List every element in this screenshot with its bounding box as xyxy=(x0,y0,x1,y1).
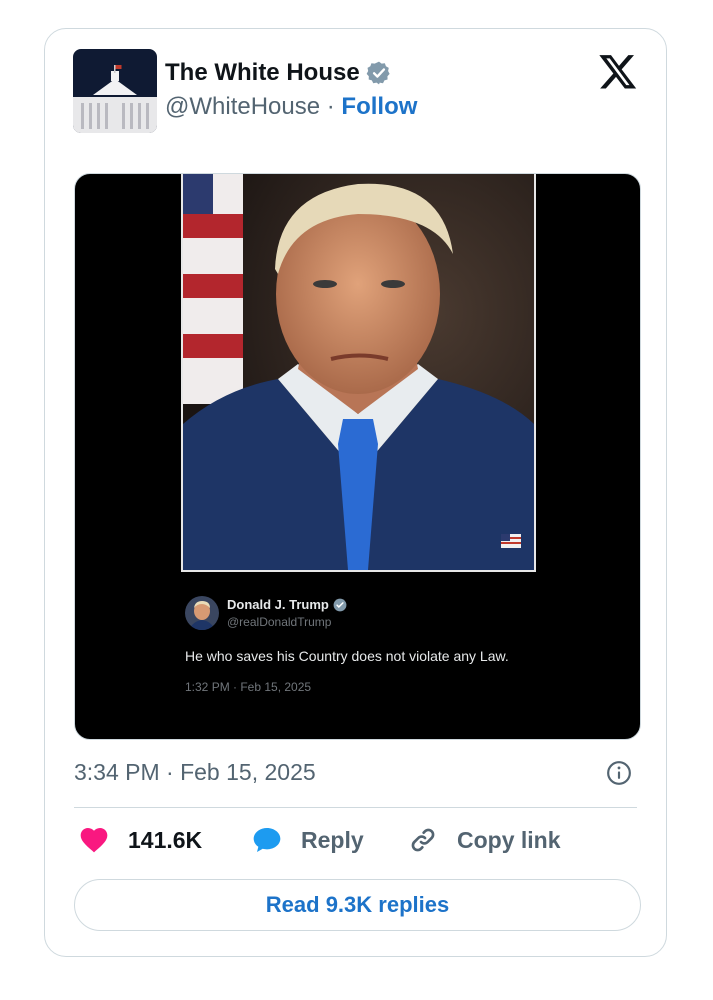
reply-button[interactable]: Reply xyxy=(251,824,364,856)
embedded-post-text: He who saves his Country does not violat… xyxy=(185,648,509,664)
tweet-media[interactable]: Donald J. Trump @realDonaldTrump He who … xyxy=(74,173,641,740)
white-house-avatar[interactable] xyxy=(73,49,157,133)
heart-icon xyxy=(80,828,108,853)
copy-link-button[interactable]: Copy link xyxy=(407,824,561,856)
info-icon[interactable] xyxy=(606,760,632,786)
account-handle[interactable]: @WhiteHouse xyxy=(165,93,320,120)
link-icon xyxy=(411,828,435,852)
embedded-author-handle: @realDonaldTrump xyxy=(227,615,332,629)
reply-bubble-icon xyxy=(253,828,281,852)
verified-badge-icon xyxy=(366,60,392,86)
account-name-row[interactable]: The White House xyxy=(165,59,392,87)
handle-separator: · xyxy=(320,93,342,120)
handle-row: @WhiteHouse · Follow xyxy=(165,93,417,121)
embedded-author-avatar xyxy=(185,596,219,630)
x-logo-icon[interactable] xyxy=(598,51,638,91)
follow-button[interactable]: Follow xyxy=(341,93,417,120)
divider xyxy=(74,807,637,808)
account-name[interactable]: The White House xyxy=(165,59,360,87)
like-count: 141.6K xyxy=(128,826,203,853)
embedded-author-name-row: Donald J. Trump xyxy=(227,597,347,612)
copy-link-label: Copy link xyxy=(457,826,561,853)
reply-label: Reply xyxy=(301,826,364,853)
read-replies-button[interactable]: Read 9.3K replies xyxy=(74,879,641,931)
tweet-timestamp[interactable]: 3:34 PM · Feb 15, 2025 xyxy=(74,759,316,786)
like-button[interactable]: 141.6K xyxy=(78,824,202,856)
embedded-verified-icon xyxy=(333,598,347,612)
portrait-image xyxy=(181,174,536,572)
tweet-card: The White House @WhiteHouse · Follow Don… xyxy=(44,28,667,957)
embedded-post-time: 1:32 PM · Feb 15, 2025 xyxy=(185,680,312,694)
embedded-author-name: Donald J. Trump xyxy=(227,597,329,612)
